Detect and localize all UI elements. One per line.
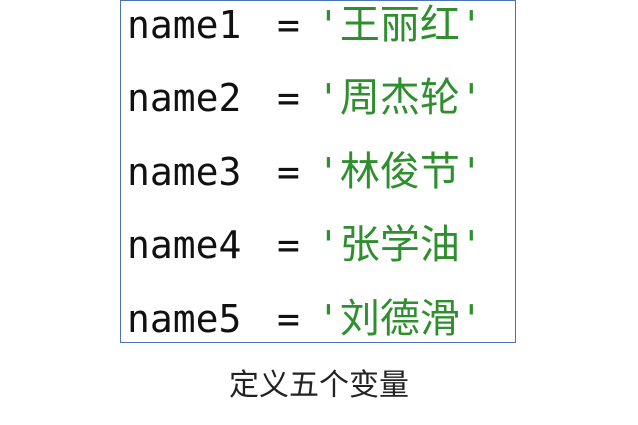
variable-name: name3 — [127, 150, 242, 194]
variable-name: name5 — [127, 297, 242, 341]
open-quote: ' — [317, 3, 340, 47]
open-quote: ' — [317, 150, 340, 194]
string-value: 周杰轮 — [339, 75, 460, 121]
string-value: 刘德滑 — [339, 296, 460, 342]
variable-name: name4 — [127, 223, 242, 267]
code-line-1: name1 = '王丽红' — [127, 1, 483, 49]
code-line-5: name5 = '刘德滑' — [127, 295, 483, 343]
open-quote: ' — [317, 297, 340, 341]
figure-caption: 定义五个变量 — [229, 368, 409, 403]
open-quote: ' — [317, 76, 340, 120]
code-line-4: name4 = '张学油' — [127, 221, 483, 269]
assign-operator: = — [277, 223, 300, 267]
close-quote: ' — [459, 150, 483, 194]
close-quote: ' — [459, 76, 483, 120]
assign-operator: = — [277, 297, 300, 341]
string-value: 王丽红 — [339, 2, 460, 48]
code-line-2: name2 = '周杰轮' — [127, 74, 483, 122]
code-snippet-frame: name1 = '王丽红' name2 = '周杰轮' name3 = '林俊节' name… — [120, 0, 516, 343]
code-line-3: name3 = '林俊节' — [127, 148, 483, 196]
close-quote: ' — [459, 297, 483, 341]
variable-name: name1 — [127, 3, 242, 47]
assign-operator: = — [277, 3, 300, 47]
close-quote: ' — [459, 3, 483, 47]
assign-operator: = — [277, 150, 300, 194]
close-quote: ' — [459, 223, 483, 267]
open-quote: ' — [317, 223, 340, 267]
string-value: 张学油 — [339, 222, 460, 268]
assign-operator: = — [277, 76, 300, 120]
variable-name: name2 — [127, 76, 242, 120]
string-value: 林俊节 — [339, 149, 460, 195]
